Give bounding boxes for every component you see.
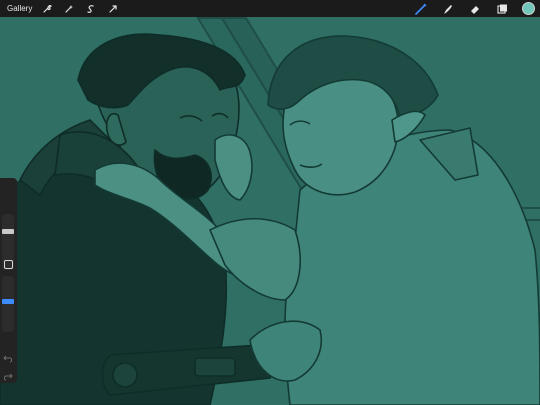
brush-size-thumb[interactable] [2, 229, 14, 234]
right-toolset [414, 0, 540, 17]
drawing-canvas[interactable] [0, 0, 540, 405]
brush-icon[interactable] [414, 2, 428, 16]
wrench-icon[interactable] [40, 2, 54, 16]
color-swatch[interactable] [522, 2, 535, 15]
eraser-icon[interactable] [468, 2, 482, 16]
redo-icon[interactable] [3, 368, 13, 381]
undo-icon[interactable] [3, 350, 13, 363]
brush-opacity-slider[interactable] [2, 276, 14, 332]
top-toolbar: Gallery [0, 0, 540, 17]
left-sidebar [0, 178, 17, 383]
magic-wand-icon[interactable] [62, 2, 76, 16]
smudge-icon[interactable] [441, 2, 455, 16]
brush-opacity-thumb[interactable] [2, 299, 14, 304]
modify-button[interactable] [4, 260, 13, 269]
layers-icon[interactable] [495, 2, 509, 16]
selection-icon[interactable] [84, 2, 98, 16]
gallery-button[interactable]: Gallery [7, 4, 32, 13]
transform-arrow-icon[interactable] [106, 2, 120, 16]
